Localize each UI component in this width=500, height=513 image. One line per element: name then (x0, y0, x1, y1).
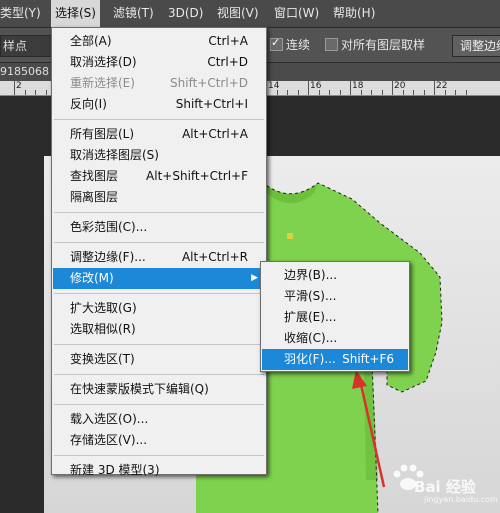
select-menu-item[interactable]: 修改(M) ▶ (53, 268, 265, 289)
menu-item-label: 存储选区(V)... (70, 433, 148, 447)
select-menu-item[interactable]: 选取相似(R) (53, 319, 265, 340)
menu-item-shortcut: Alt+Shift+Ctrl+F (146, 169, 248, 183)
modify-submenu: 边界(B)... 平滑(S)... 扩展(E)... 收缩(C)... 羽化(F)...… (260, 261, 410, 372)
select-menu-item[interactable]: 全部(A) Ctrl+A (53, 31, 265, 52)
watermark: Bai 经验 jingyan.baidu.com (384, 458, 498, 506)
menu-item-label: 选取相似(R) (70, 322, 136, 336)
menu-separator (54, 404, 264, 405)
menu-item-label: 查找图层 (70, 169, 119, 183)
select-menu-item[interactable]: 反向(I) Shift+Ctrl+I (53, 94, 265, 115)
menu-item-label: 边界(B)... (284, 268, 338, 282)
modify-menu-item[interactable]: 收缩(C)... (262, 328, 408, 349)
shirt-button (287, 233, 293, 239)
select-menu-item[interactable]: 重新选择(E) Shift+Ctrl+D (53, 73, 265, 94)
menu-item-label: 隔离图层 (70, 190, 119, 204)
select-menu-item[interactable]: 存储选区(V)... (53, 430, 265, 451)
photoshop-window: 类型(Y) 选择(S) 滤镜(T) 3D(D) 视图(V) 窗口(W) 帮助(H… (0, 0, 500, 513)
select-menu-item[interactable]: 在快速蒙版模式下编辑(Q) (53, 379, 265, 400)
watermark-url: jingyan.baidu.com (424, 495, 498, 504)
menu-item-label: 取消选择(D) (70, 55, 137, 69)
menu-item-shortcut: Shift+F6 (342, 352, 394, 366)
menu-item-label: 新建 3D 模型(3) (70, 463, 160, 477)
submenu-arrow-icon: ▶ (251, 273, 258, 283)
menu-item-label: 反向(I) (70, 97, 107, 111)
menu-item-label: 调整边缘(F)... (70, 250, 146, 264)
select-menu-item[interactable]: 查找图层 Alt+Shift+Ctrl+F (53, 166, 265, 187)
menu-item-label: 变换选区(T) (70, 352, 135, 366)
menu-separator (54, 242, 264, 243)
select-menu-item[interactable]: 载入选区(O)... (53, 409, 265, 430)
modify-menu-item[interactable]: 平滑(S)... (262, 286, 408, 307)
select-menu-item[interactable]: 调整边缘(F)... Alt+Ctrl+R (53, 247, 265, 268)
menu-item-label: 平滑(S)... (284, 289, 337, 303)
menu-item-label: 收缩(C)... (284, 331, 338, 345)
select-menu-dropdown: 全部(A) Ctrl+A 取消选择(D) Ctrl+D 重新选择(E) Shift+Ctr… (51, 27, 267, 477)
menu-item-shortcut: Shift+Ctrl+I (175, 97, 248, 111)
select-menu-item[interactable]: 变换选区(T) (53, 349, 265, 370)
menu-separator (54, 374, 264, 375)
menu-item-label: 所有图层(L) (70, 127, 135, 141)
menu-item-label: 色彩范围(C)... (70, 220, 148, 234)
select-menu-item[interactable]: 取消选择(D) Ctrl+D (53, 52, 265, 73)
menu-separator (54, 212, 264, 213)
menu-item-label: 修改(M) (70, 271, 114, 285)
menu-item-shortcut: Ctrl+D (207, 55, 248, 69)
menu-item-label: 取消选择图层(S) (70, 148, 159, 162)
select-menu-item[interactable]: 扩大选取(G) (53, 298, 265, 319)
menu-item-label: 在快速蒙版模式下编辑(Q) (70, 382, 209, 396)
select-menu-item[interactable]: 色彩范围(C)... (53, 217, 265, 238)
select-menu-item[interactable]: 所有图层(L) Alt+Ctrl+A (53, 124, 265, 145)
menu-separator (54, 293, 264, 294)
menu-item-label: 载入选区(O)... (70, 412, 149, 426)
modify-menu-item[interactable]: 羽化(F)... Shift+F6 (262, 349, 408, 370)
menu-item-label: 扩大选取(G) (70, 301, 137, 315)
menu-item-shortcut: Alt+Ctrl+A (182, 127, 248, 141)
menu-item-shortcut: Shift+Ctrl+D (170, 76, 248, 90)
menu-item-shortcut: Ctrl+A (208, 34, 248, 48)
menu-separator (54, 344, 264, 345)
menu-item-label: 重新选择(E) (70, 76, 135, 90)
menu-item-label: 全部(A) (70, 34, 112, 48)
menu-item-shortcut: Alt+Ctrl+R (181, 250, 248, 264)
watermark-text: Bai 经验 (414, 478, 476, 496)
modify-menu-item[interactable]: 边界(B)... (262, 265, 408, 286)
select-menu-item[interactable]: 取消选择图层(S) (53, 145, 265, 166)
select-menu-item[interactable]: 新建 3D 模型(3) (53, 460, 265, 481)
menu-item-label: 羽化(F)... (284, 352, 336, 366)
modify-menu-item[interactable]: 扩展(E)... (262, 307, 408, 328)
select-menu-item[interactable]: 隔离图层 (53, 187, 265, 208)
menu-item-label: 扩展(E)... (284, 310, 337, 324)
menu-separator (54, 119, 264, 120)
menu-separator (54, 455, 264, 456)
